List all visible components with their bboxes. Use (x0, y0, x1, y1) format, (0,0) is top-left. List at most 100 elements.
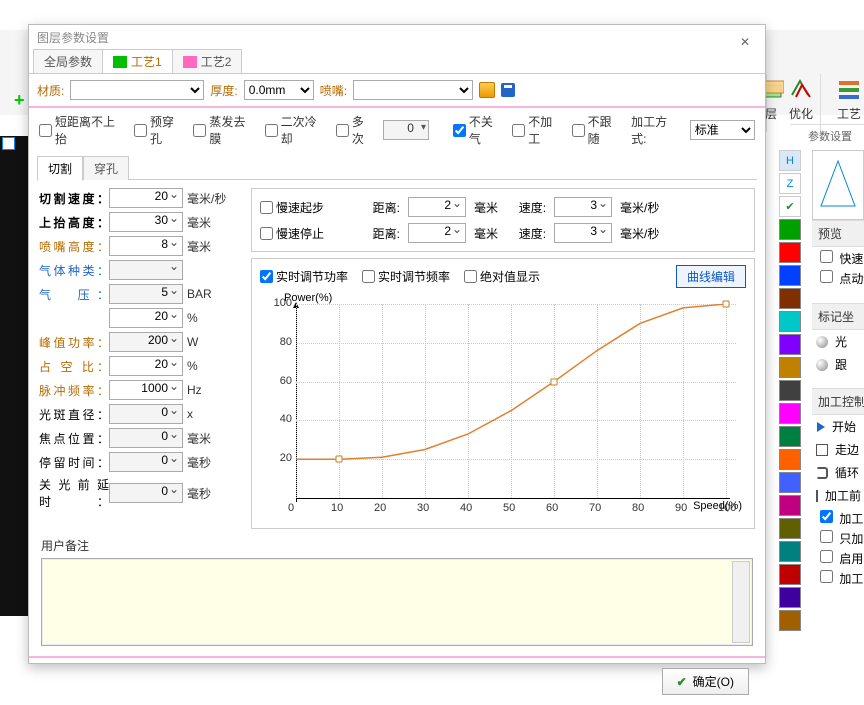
select-thickness[interactable]: 0.0mm (244, 80, 314, 100)
chk-no-follow[interactable]: 不跟随 (572, 113, 623, 147)
label-nozzle: 喷嘴: (320, 82, 347, 99)
layer-swatch[interactable] (779, 334, 801, 355)
layer-swatch-chk[interactable]: ✔ (779, 196, 801, 217)
label-mode: 加工方式: (631, 113, 682, 147)
select-material[interactable] (70, 80, 204, 100)
tab-craft1[interactable]: 工艺1 (102, 49, 173, 73)
ribbon-lbl-opt: 优化 (789, 107, 813, 121)
origin-handle[interactable] (2, 137, 15, 150)
ribbon-btn-opt[interactable]: 优化 (776, 75, 826, 122)
layer-swatch[interactable] (779, 564, 801, 585)
spin-spot[interactable]: 0 (109, 404, 183, 424)
spin-peak-power[interactable]: 200 (109, 332, 183, 352)
tab-craft2[interactable]: 工艺2 (172, 49, 243, 73)
chk-only[interactable]: 只加工 (812, 529, 864, 549)
spin-focus[interactable]: 0 (109, 428, 183, 448)
power-curve-chart: Power(%) Speed(%) 2040608010001020304050… (260, 296, 746, 526)
layer-swatch[interactable] (779, 495, 801, 516)
btn-mark-light[interactable]: 光 (812, 330, 864, 353)
chk-slow-start[interactable]: 慢速起步 (260, 199, 324, 216)
spin-pulse[interactable]: 1000 (109, 380, 183, 400)
dialog-title: 图层参数设置 (37, 31, 109, 45)
btn-frame[interactable]: 走边 (812, 438, 864, 461)
open-icon[interactable] (479, 82, 495, 98)
spin-stop-dist[interactable]: 2 (408, 223, 466, 243)
btn-loop[interactable]: 循环 (812, 461, 864, 484)
spin-stop-speed[interactable]: 3 (554, 223, 612, 243)
layer-params-dialog: 图层参数设置 ✕ 全局参数 工艺1 工艺2 材质: 厚度: 0.0mm 喷嘴: … (28, 24, 766, 664)
chk-before2[interactable]: 加工前 (812, 569, 864, 589)
section-mark: 标记坐 (812, 303, 864, 330)
spin-lift-height[interactable]: 30 (109, 212, 183, 232)
curve-handle[interactable] (551, 378, 558, 385)
spin-nozzle-height[interactable]: 8 (109, 236, 183, 256)
btn-mark-follow[interactable]: 跟 (812, 353, 864, 376)
spin-pressure[interactable]: 5 (109, 284, 183, 304)
chk-jog[interactable]: 点动切 (812, 269, 864, 289)
layer-swatch-h[interactable]: H (779, 150, 801, 171)
spin-dwell[interactable]: 0 (109, 452, 183, 472)
tab-global[interactable]: 全局参数 (33, 49, 103, 73)
layer-swatch[interactable] (779, 380, 801, 401)
chk-recool[interactable]: 二次冷却 (265, 113, 328, 147)
chk-slow-stop[interactable]: 慢速停止 (260, 225, 324, 242)
tab-pierce[interactable]: 穿孔 (83, 156, 129, 180)
btn-start[interactable]: 开始 (812, 415, 864, 438)
add-icon[interactable]: + (14, 90, 25, 111)
chk-prepierce[interactable]: 预穿孔 (134, 113, 185, 147)
layer-swatch[interactable] (779, 288, 801, 309)
spin-start-dist[interactable]: 2 (408, 197, 466, 217)
chk-rt-freq[interactable]: 实时调节频率 (362, 268, 450, 285)
layer-swatch[interactable] (779, 403, 801, 424)
chk-keep-gas[interactable]: 不关气 (453, 113, 504, 147)
curve-handle[interactable] (723, 301, 730, 308)
ribbon-section-label: 参数设置 (790, 124, 864, 144)
spin-cut-speed[interactable]: 20 (109, 188, 183, 208)
label-thickness: 厚度: (210, 82, 237, 99)
chk-done[interactable]: 加工完 (812, 509, 864, 529)
chk-multi[interactable]: 多次 (336, 113, 376, 147)
ok-button[interactable]: ✔确定(O) (662, 668, 749, 695)
spin-start-speed[interactable]: 3 (554, 197, 612, 217)
power-curve-panel: 实时调节功率 实时调节频率 绝对值显示 曲线编辑 Power(%) Speed(… (251, 258, 755, 529)
spin-peak20[interactable]: 20 (109, 308, 183, 328)
curve-edit-button[interactable]: 曲线编辑 (676, 265, 746, 288)
select-mode[interactable]: 标准 (690, 120, 755, 140)
select-nozzle[interactable] (353, 80, 473, 100)
tab-cut[interactable]: 切割 (37, 156, 83, 181)
chk-no-lift[interactable]: 短距离不上抬 (39, 113, 126, 147)
layer-swatch[interactable] (779, 518, 801, 539)
label-material: 材质: (37, 82, 64, 99)
layer-swatch[interactable] (779, 541, 801, 562)
save-icon[interactable] (501, 83, 515, 97)
curve-handle[interactable] (336, 456, 343, 463)
ribbon-btn-craft[interactable]: 工艺 (824, 75, 864, 122)
layer-swatch[interactable] (779, 610, 801, 631)
layer-swatch[interactable] (779, 449, 801, 470)
close-button[interactable]: ✕ (731, 29, 759, 47)
chk-fast[interactable]: 快速 (812, 249, 864, 269)
layer-swatch[interactable] (779, 357, 801, 378)
layer-color-strip[interactable]: H Z ✔ (779, 150, 801, 633)
layer-swatch[interactable] (779, 472, 801, 493)
chk-softstart[interactable]: 启用软 (812, 549, 864, 569)
layer-swatch[interactable] (779, 265, 801, 286)
chk-abs[interactable]: 绝对值显示 (464, 268, 540, 285)
chk-rt-power[interactable]: 实时调节功率 (260, 268, 348, 285)
layer-swatch[interactable] (779, 311, 801, 332)
spin-duty[interactable]: 20 (109, 356, 183, 376)
spin-pregap[interactable]: 0 (109, 483, 183, 503)
layer-swatch[interactable] (779, 242, 801, 263)
spin-multi[interactable]: 0 (383, 120, 429, 140)
btn-before[interactable]: 加工前 (812, 484, 864, 507)
notes-textarea[interactable] (41, 558, 753, 646)
ribbon-lbl-craft: 工艺 (837, 107, 861, 121)
chk-vaporize[interactable]: 蒸发去膜 (193, 113, 256, 147)
spin-gas-type[interactable] (109, 260, 183, 280)
chk-no-process[interactable]: 不加工 (512, 113, 563, 147)
layer-swatch-z[interactable]: Z (779, 173, 801, 194)
layer-swatch[interactable] (779, 426, 801, 447)
dialog-tabs: 全局参数 工艺1 工艺2 (29, 51, 765, 74)
layer-swatch[interactable] (779, 587, 801, 608)
layer-swatch[interactable] (779, 219, 801, 240)
